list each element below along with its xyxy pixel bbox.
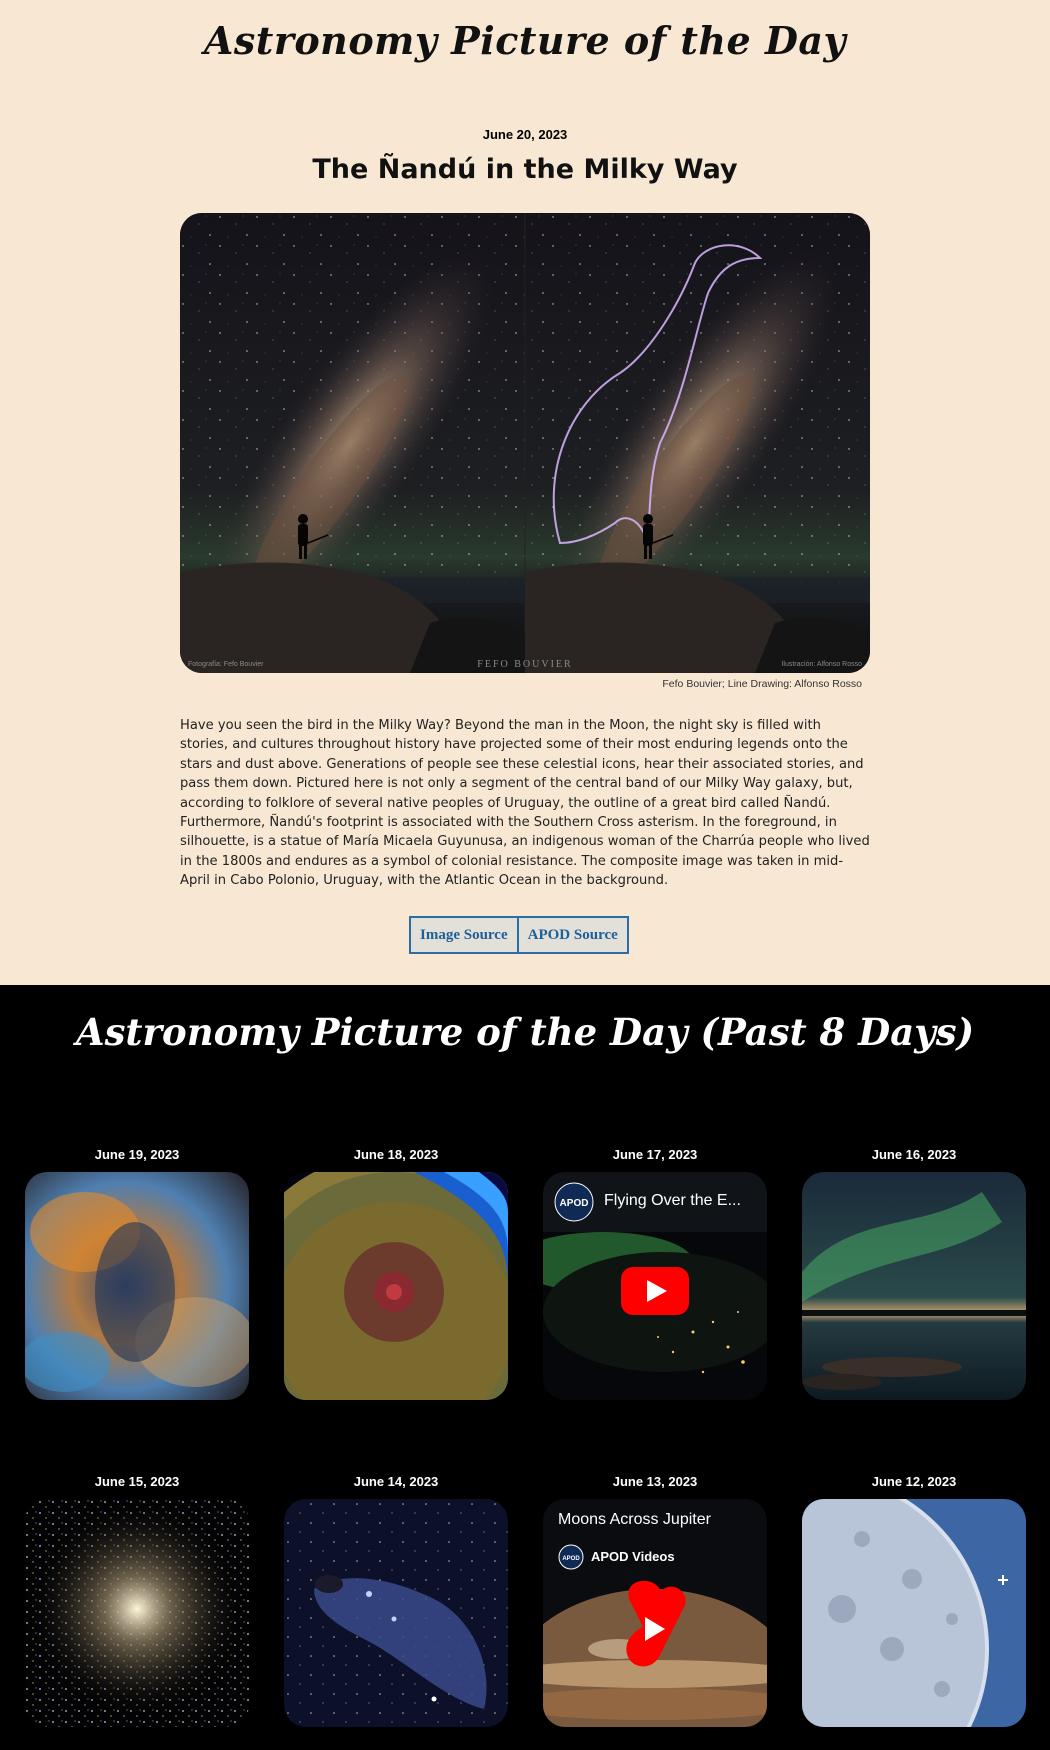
source-links: Image Source APOD Source [409, 916, 629, 954]
featured-credit: Fefo Bouvier; Line Drawing: Alfonso Ross… [662, 678, 862, 690]
site-title: Astronomy Picture of the Day [203, 18, 847, 63]
video-title: Moons Across Jupiter [558, 1511, 711, 1528]
past-card-image-nebula[interactable] [25, 1172, 249, 1400]
past-card: June 16, 2023 [802, 1145, 1026, 1400]
past-card: June 12, 2023 [802, 1472, 1026, 1727]
past-card-image-dark-nebula[interactable] [284, 1499, 508, 1727]
featured-title: The Ñandú in the Milky Way [312, 154, 738, 185]
past-card-image-saturn-hexagon[interactable] [284, 1172, 508, 1400]
past-card: June 14, 2023 [284, 1472, 508, 1727]
past-card: June 17, 2023 APOD Flying Over the E... [543, 1145, 767, 1400]
image-overlay-left: Fotografía: Fefo Bouvier [188, 661, 264, 668]
past-card-date: June 16, 2023 [871, 1147, 957, 1162]
image-overlay-right: Ilustración: Alfonso Rosso [781, 661, 862, 668]
channel-name: APOD Videos [591, 1549, 675, 1564]
past-card-image-aurora[interactable] [802, 1172, 1026, 1400]
past-card-image-moon-iss[interactable] [802, 1499, 1026, 1727]
past-card-date: June 19, 2023 [94, 1147, 180, 1162]
apod-source-link[interactable]: APOD Source [516, 918, 627, 952]
past-card-image-globular-cluster[interactable] [25, 1499, 249, 1727]
past-card-video-flying-over-earth[interactable]: APOD Flying Over the E... [543, 1172, 767, 1400]
past-card-date: June 17, 2023 [612, 1147, 698, 1162]
past-card-date: June 12, 2023 [871, 1474, 957, 1489]
featured-date: June 20, 2023 [482, 127, 568, 142]
past-card-date: June 13, 2023 [612, 1474, 698, 1489]
video-title: Flying Over the E... [604, 1192, 741, 1209]
past-card: June 19, 2023 [25, 1145, 249, 1400]
channel-logo: APOD [562, 1556, 580, 1562]
image-overlay-center: FEFO BOUVIER [477, 659, 572, 670]
featured-image[interactable]: Fotografía: Fefo Bouvier FEFO BOUVIER Il… [180, 213, 870, 673]
featured-explanation: Have you seen the bird in the Milky Way?… [180, 718, 870, 889]
channel-logo: APOD [560, 1198, 589, 1209]
past-card-date: June 14, 2023 [353, 1474, 439, 1489]
image-source-link[interactable]: Image Source [411, 918, 517, 952]
past-card-video-moons-across-jupiter[interactable]: APOD Moons Across Jupiter APOD Videos [543, 1499, 767, 1727]
past-section-title: Astronomy Picture of the Day (Past 8 Day… [75, 1010, 975, 1054]
past-card-date: June 18, 2023 [353, 1147, 439, 1162]
past-card-date: June 15, 2023 [94, 1474, 180, 1489]
past-card: June 15, 2023 [25, 1472, 249, 1727]
past-card: June 18, 2023 [284, 1145, 508, 1400]
featured-section: Astronomy Picture of the Day June 20, 20… [0, 0, 1050, 985]
past-card: June 13, 2023 APOD Moons Across Jupiter … [543, 1472, 767, 1727]
